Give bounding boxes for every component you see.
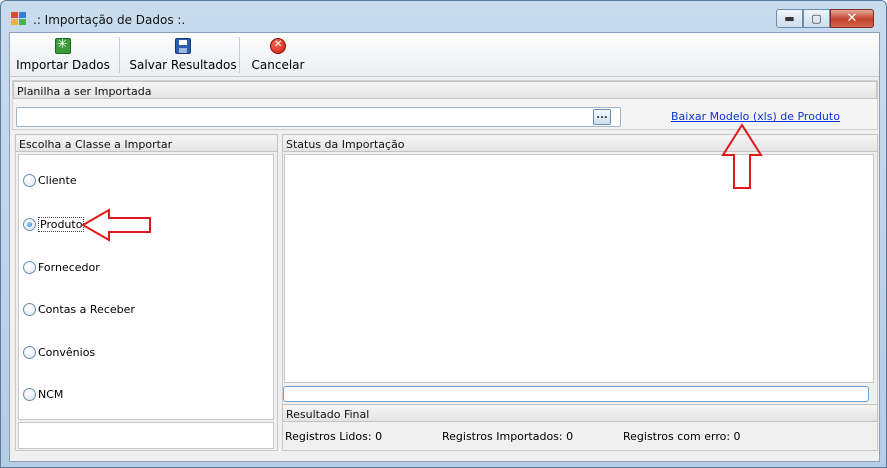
- cancel-label: Cancelar: [251, 58, 305, 72]
- download-template-link[interactable]: Baixar Modelo (xls) de Produto: [671, 110, 840, 123]
- import-icon: [55, 37, 71, 54]
- radio-button-checked-icon[interactable]: [23, 218, 36, 231]
- radio-button-icon[interactable]: [23, 174, 36, 187]
- records-imported-value: 0: [566, 430, 574, 443]
- window-title: .: Importação de Dados :.: [33, 13, 186, 27]
- import-progress-bar: [283, 386, 869, 402]
- left-bottom-area: [18, 422, 274, 449]
- radio-fornecedor[interactable]: Fornecedor: [23, 261, 100, 274]
- status-header: Status da Importação: [282, 134, 878, 152]
- annotation-arrow-up-icon: [721, 123, 763, 189]
- radio-label: Contas a Receber: [38, 303, 135, 316]
- save-results-label: Salvar Resultados: [129, 58, 237, 72]
- radio-label: Fornecedor: [38, 261, 100, 274]
- radio-label: NCM: [38, 388, 64, 401]
- maximize-button[interactable]: ▢: [803, 9, 830, 28]
- records-read: Registros Lidos: 0: [285, 430, 382, 443]
- import-data-button[interactable]: Importar Dados: [16, 35, 110, 75]
- records-error: Registros com erro: 0: [623, 430, 741, 443]
- save-icon: [175, 38, 191, 54]
- cancel-icon: [270, 38, 286, 54]
- records-read-label: Registros Lidos:: [285, 430, 372, 443]
- radio-label: Convênios: [38, 346, 96, 359]
- spreadsheet-path-input[interactable]: [16, 107, 621, 127]
- app-icon: [11, 12, 27, 26]
- toolbar-separator: [119, 37, 120, 73]
- import-data-label: Importar Dados: [16, 58, 110, 72]
- application-window: .: Importação de Dados :. ▬ ▢ ✕ Importar…: [0, 0, 887, 468]
- radio-produto[interactable]: Produto: [23, 217, 85, 232]
- form-client-area: Importar Dados Salvar Resultados Cancela…: [9, 32, 880, 462]
- radio-button-icon[interactable]: [23, 261, 36, 274]
- toolbar: Importar Dados Salvar Resultados Cancela…: [10, 33, 879, 77]
- final-result-header: Resultado Final: [282, 404, 878, 422]
- save-results-button[interactable]: Salvar Resultados: [128, 35, 238, 75]
- browse-button[interactable]: ...: [593, 109, 611, 125]
- records-read-value: 0: [375, 430, 383, 443]
- radio-label: Produto: [38, 217, 85, 232]
- radio-button-icon[interactable]: [23, 303, 36, 316]
- records-error-label: Registros com erro:: [623, 430, 731, 443]
- close-button[interactable]: ✕: [830, 9, 874, 28]
- cancel-button[interactable]: Cancelar: [248, 35, 308, 75]
- records-imported: Registros Importados: 0: [442, 430, 573, 443]
- radio-contas-a-receber[interactable]: Contas a Receber: [23, 303, 135, 316]
- radio-label: Cliente: [38, 174, 77, 187]
- radio-button-icon[interactable]: [23, 388, 36, 401]
- records-imported-label: Registros Importados:: [442, 430, 563, 443]
- class-selection-header: Escolha a Classe a Importar: [15, 134, 278, 152]
- radio-ncm[interactable]: NCM: [23, 388, 63, 401]
- status-log-area[interactable]: [284, 154, 874, 383]
- class-radio-list: [18, 154, 274, 420]
- spreadsheet-group-header: Planilha a ser Importada: [13, 81, 877, 99]
- radio-button-icon[interactable]: [23, 346, 36, 359]
- records-error-value: 0: [733, 430, 741, 443]
- title-bar[interactable]: .: Importação de Dados :. ▬ ▢ ✕: [1, 1, 886, 33]
- toolbar-separator: [239, 37, 240, 73]
- minimize-button[interactable]: ▬: [776, 9, 803, 28]
- annotation-arrow-left-icon: [81, 208, 151, 242]
- radio-convenios[interactable]: Convênios: [23, 346, 95, 359]
- radio-cliente[interactable]: Cliente: [23, 174, 77, 187]
